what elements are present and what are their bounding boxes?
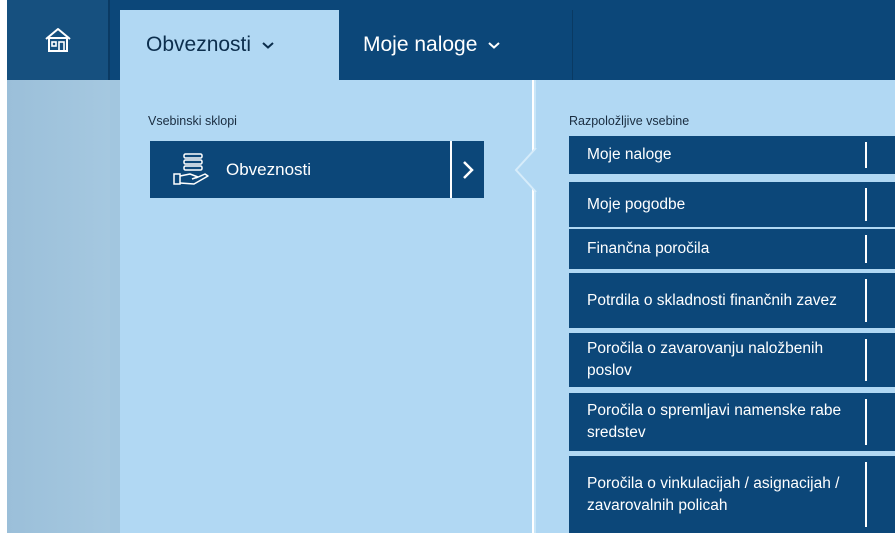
tab-obveznosti[interactable]: Obveznosti xyxy=(120,10,339,80)
list-item-moje-naloge[interactable]: Moje naloge xyxy=(569,136,895,174)
home-button[interactable] xyxy=(7,0,110,80)
list-item-label: Poročila o zavarovanju naložbenih poslov xyxy=(587,340,824,379)
list-item-porocila-o-vinkulacijah[interactable]: Poročila o vinkulacijah / asignacijah / … xyxy=(569,456,895,533)
list-item-porocila-o-spremljavi[interactable]: Poročila o spremljavi namenske rabe sred… xyxy=(569,393,895,451)
group-obveznosti[interactable]: Obveznosti xyxy=(150,141,484,198)
list-item-label: Moje pogodbe xyxy=(587,195,686,213)
list-item-label: Potrdila o skladnosti finančnih zavez xyxy=(587,291,837,309)
top-navigation: Obveznosti Moje naloge xyxy=(7,0,895,80)
tab-moje-naloge-label: Moje naloge xyxy=(363,33,478,56)
group-obveznosti-label: Obveznosti xyxy=(226,159,312,179)
list-item-financna-porocila[interactable]: Finančna poročila xyxy=(569,229,895,269)
tab-obveznosti-label: Obveznosti xyxy=(146,33,252,56)
app-frame: Obveznosti Moje naloge Vsebinski sklopi xyxy=(7,0,895,533)
left-side-strip-edge xyxy=(110,80,120,533)
list-item-potrdila-o-skladnosti[interactable]: Potrdila o skladnosti finančnih zavez xyxy=(569,273,895,328)
chevron-down-icon xyxy=(488,42,501,49)
list-item-porocila-o-zavarovanju[interactable]: Poročila o zavarovanju naložbenih poslov xyxy=(569,333,895,387)
list-item-label: Finančna poročila xyxy=(587,240,710,257)
panel-pointer xyxy=(514,148,537,192)
list-item-label: Poročila o vinkulacijah / asignacijah / … xyxy=(587,474,840,514)
tab-moje-naloge[interactable]: Moje naloge xyxy=(339,10,573,80)
chevron-right-icon xyxy=(463,160,474,179)
list-item-label: Poročila o spremljavi namenske rabe sred… xyxy=(587,402,842,441)
chevron-down-icon xyxy=(262,42,274,49)
content-groups-label: Vsebinski sklopi xyxy=(148,114,237,128)
left-side-strip xyxy=(7,80,120,533)
list-item-moje-pogodbe[interactable]: Moje pogodbe xyxy=(569,182,895,227)
home-icon xyxy=(44,28,71,52)
list-item-label: Moje naloge xyxy=(587,146,672,163)
expand-group-button[interactable] xyxy=(450,141,484,198)
hand-coins-icon xyxy=(172,152,212,188)
available-content-label: Razpoložljive vsebine xyxy=(569,114,690,128)
